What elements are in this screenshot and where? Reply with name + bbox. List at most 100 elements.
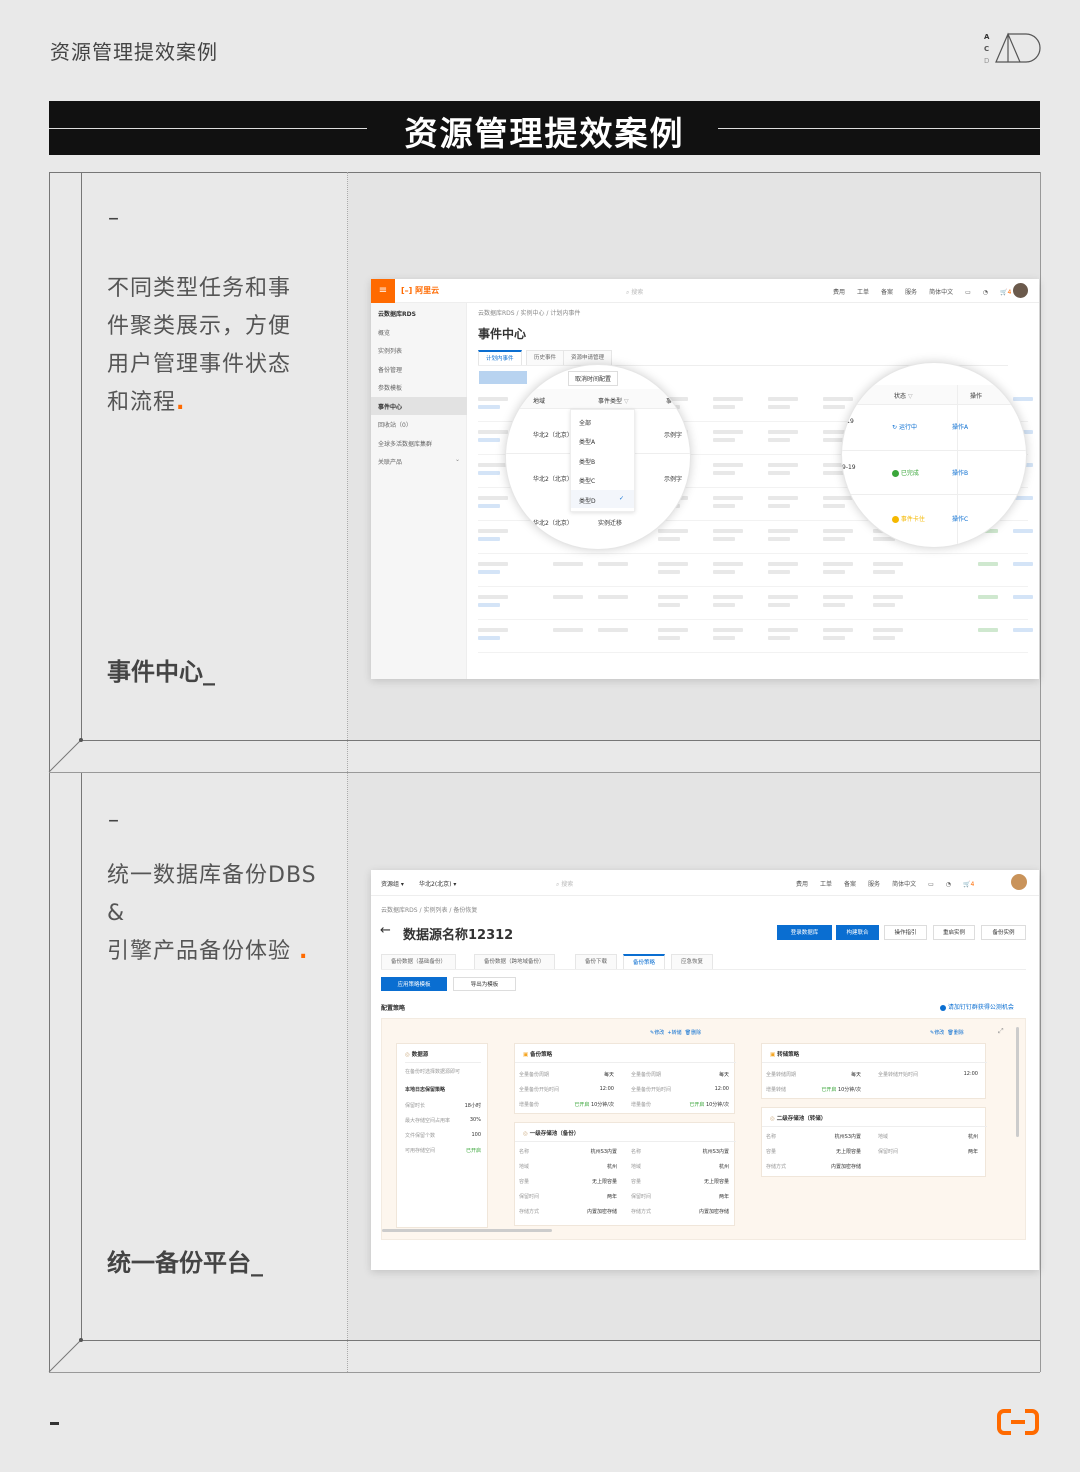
divider (762, 1126, 987, 1127)
sidebar-item-overview[interactable]: 概览 (378, 328, 390, 337)
desc-line: 引擎产品备份体验 . (107, 939, 309, 964)
blurred-cell (478, 430, 508, 434)
vertical-scrollbar[interactable] (1016, 1027, 1019, 1137)
brand-logo[interactable]: [–] 阿里云 (401, 285, 439, 296)
action-b-link[interactable]: 操作B (952, 468, 968, 477)
status-stuck: 事件卡住 (892, 514, 925, 523)
option-type-d[interactable]: 类型D (579, 496, 596, 505)
pool1-card[interactable]: ◎ 一级存储池（备份） 名称 杭州S3内置 名称 杭州S3内置 地域 杭州 地域 杭州 容量 无上… (514, 1122, 736, 1226)
delete-link[interactable]: 删除 (954, 1030, 964, 1036)
cart-icon[interactable]: 🛒4 (963, 881, 974, 888)
expand-icon[interactable]: ⤢ (998, 1027, 1004, 1036)
nav-service[interactable]: 服务 (868, 881, 880, 888)
resource-group-select[interactable]: 资源组 ▾ (381, 879, 404, 888)
sidebar-item-related[interactable]: 关联产品 (378, 457, 402, 466)
sidebar-item-params[interactable]: 参数模板 (378, 383, 402, 392)
right-actions: ✎修改 🗑删除 (930, 1029, 964, 1036)
kv-pool-row: 地域 杭州 (519, 1164, 617, 1170)
bell-icon[interactable]: ◔ (983, 289, 988, 296)
sidebar-item-recycle[interactable]: 回收站（0） (378, 420, 412, 429)
delete-link[interactable]: 删除 (691, 1030, 701, 1036)
tab-cross-region-backup[interactable]: 备份数据（跨地域备份） (474, 954, 555, 969)
nav-fees[interactable]: 费用 (796, 881, 808, 888)
edit-link[interactable]: 修改 (934, 1030, 944, 1036)
blurred-cell (768, 438, 790, 442)
restart-button[interactable]: 重启实例 (933, 925, 975, 940)
blurred-cell (478, 537, 500, 541)
blurred-cell (713, 636, 735, 640)
cell-date-fragment: 9-19 (842, 464, 856, 471)
option-type-b[interactable]: 类型B (579, 457, 595, 466)
row-divider (478, 652, 1028, 653)
nav-filing[interactable]: 备案 (881, 289, 893, 296)
export-template-button[interactable]: 导出为模板 (453, 977, 516, 991)
nav-service[interactable]: 服务 (905, 289, 917, 296)
option-all[interactable]: 全部 (579, 418, 591, 427)
edit-link[interactable]: 修改 (654, 1030, 664, 1036)
transfer-policy-card[interactable]: ▣ 转储策略 全量转储周期 每天 全量转储开始时间 12:00 增量转储 已开启 10… (761, 1043, 987, 1099)
filter-icon[interactable]: ▽ (624, 398, 629, 405)
sidebar-item-global-cluster[interactable]: 全球多活数据库集群 (378, 439, 432, 448)
section-description: 统一数据库备份DBS & 引擎产品备份体验 . (107, 857, 337, 971)
nav-fees[interactable]: 费用 (833, 289, 845, 296)
cart-icon[interactable]: 🛒4 (1000, 289, 1011, 296)
chevron-down-icon[interactable]: ⌄ (455, 456, 460, 463)
filter-icon[interactable]: ▽ (908, 393, 913, 400)
bell-icon[interactable]: ◔ (946, 881, 951, 888)
terminal-icon[interactable]: ▭ (928, 881, 934, 888)
tab-basic-backup[interactable]: 备份数据（基础备份） (381, 954, 457, 969)
terminal-icon[interactable]: ▭ (965, 289, 971, 296)
blurred-cell (478, 504, 500, 508)
column-event-type[interactable]: 事件类型 ▽ (598, 396, 629, 405)
nav-language[interactable]: 简体中文 (892, 881, 916, 888)
blurred-cell (713, 603, 735, 607)
avatar[interactable] (1011, 874, 1027, 890)
sidebar-item-instances[interactable]: 实例列表 (378, 346, 402, 355)
search-input[interactable]: ⌕ 搜索 (556, 879, 573, 889)
desc-line: & (107, 901, 126, 926)
action-c-link[interactable]: 操作C (952, 514, 968, 523)
tab-planned[interactable]: 计划内事件 (478, 350, 522, 365)
tab-history[interactable]: 历史事件 (526, 350, 565, 365)
warning-icon (892, 516, 899, 523)
avatar[interactable] (1013, 283, 1028, 298)
option-type-a[interactable]: 类型A (579, 437, 595, 446)
back-arrow-icon[interactable]: ← (380, 923, 391, 938)
pool2-card[interactable]: ◎ 二级存储池（转储） 名称 杭州S3内置 地域 杭州 容量 无上限容量 保留时间 两年… (761, 1107, 987, 1177)
sidebar-item-backup[interactable]: 备份管理 (378, 365, 402, 374)
sidebar-item-event-center[interactable]: 事件中心 (378, 402, 402, 411)
build-union-button[interactable]: 构建联合 (836, 925, 879, 940)
horizontal-scrollbar[interactable] (382, 1229, 552, 1232)
tab-backup-download[interactable]: 备份下载 (575, 954, 618, 969)
blurred-primary-button[interactable] (479, 371, 527, 384)
action-a-link[interactable]: 操作A (952, 422, 968, 431)
backup-policy-card[interactable]: ▣ 备份策略 全量备份周期 每天 全量备份周期 每天 全量备份开始时间 12:00 全… (514, 1043, 736, 1114)
divider (405, 1062, 481, 1063)
tab-emergency-restore[interactable]: 应急恢复 (671, 954, 714, 969)
transfer-link[interactable]: 转储 (672, 1030, 682, 1036)
region-select[interactable]: 华北2(北京) ▾ (419, 879, 456, 888)
kv-pool-row: 保留时间 两年 (519, 1194, 617, 1200)
nav-tickets[interactable]: 工单 (820, 881, 832, 888)
search-input[interactable]: ⌕ 搜索 (626, 287, 643, 297)
kv-pool-row: 地域 杭州 (631, 1164, 729, 1170)
desc-line: 不同类型任务和事 (107, 276, 292, 301)
notice-link[interactable]: 请加钉钉群获得公测机会 (940, 1002, 1014, 1011)
column-status[interactable]: 状态 ▽ (894, 391, 913, 400)
cancel-time-config-button[interactable]: 取消时间配置 (568, 371, 619, 386)
login-db-button[interactable]: 登录数据库 (777, 925, 832, 940)
tab-backup-policy[interactable]: 备份策略 (623, 954, 666, 969)
tab-resource[interactable]: 资源申请管理 (563, 350, 613, 365)
option-type-c[interactable]: 类型C (579, 476, 595, 485)
blurred-cell (873, 562, 903, 566)
backup-instance-button[interactable]: 备份实例 (981, 925, 1026, 940)
guide-button[interactable]: 操作指引 (884, 925, 927, 940)
apply-template-button[interactable]: 应用策略模板 (381, 977, 447, 991)
nav-language[interactable]: 简体中文 (929, 289, 953, 296)
source-card[interactable]: ◎ 数据源 在备份时选择数据源即可 本地日志保留策略 保留时长 18小时 最大存储… (396, 1043, 488, 1228)
menu-icon[interactable]: ≡ (371, 279, 395, 303)
nav-filing[interactable]: 备案 (844, 881, 856, 888)
nav-tickets[interactable]: 工单 (857, 289, 869, 296)
kv-max-usage: 最大存储空间占用率 30% (405, 1117, 481, 1124)
table-header (842, 385, 1026, 405)
